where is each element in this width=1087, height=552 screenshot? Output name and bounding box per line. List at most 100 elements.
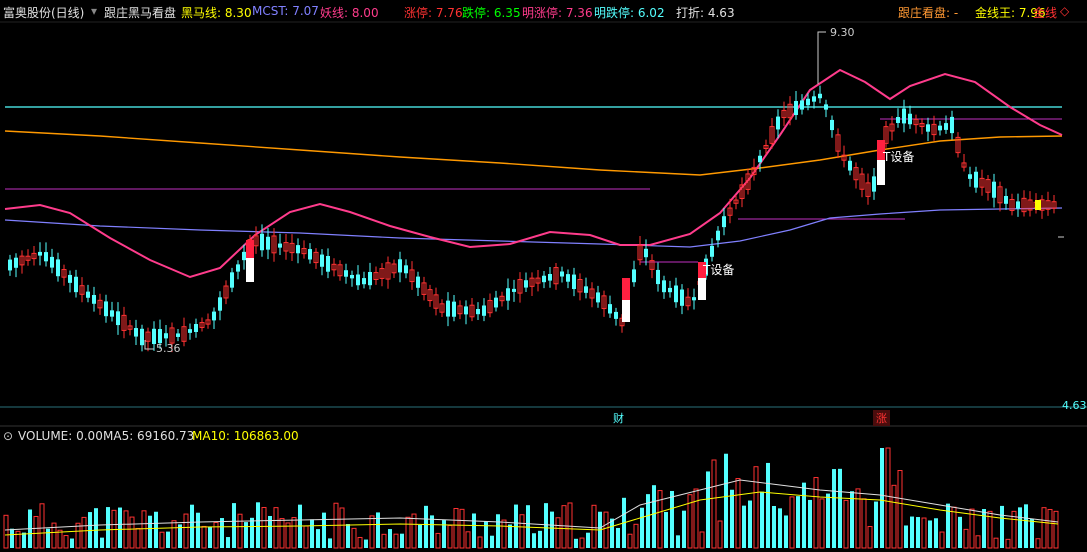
volume-bar: [57, 529, 63, 549]
candle-body: [194, 324, 198, 332]
candle-body: [278, 243, 282, 248]
volume-bar: [610, 518, 614, 548]
candle-body: [476, 309, 480, 315]
volume-bar: [388, 529, 392, 548]
candle-body: [110, 310, 114, 317]
volume-bar: [447, 525, 453, 549]
candle-body: [50, 256, 54, 268]
candle-body: [656, 269, 660, 285]
volume-bar: [106, 507, 110, 548]
volume-bar: [190, 504, 194, 548]
kline-chart[interactable]: [0, 0, 1087, 552]
volume-bar: [1053, 510, 1059, 549]
candle-body: [362, 278, 366, 285]
candle-body: [164, 333, 168, 339]
candle-body: [134, 328, 138, 337]
candle-body: [494, 297, 498, 308]
volume-bar: [496, 514, 500, 548]
volume-bar: [538, 530, 542, 548]
volume-bar: [993, 537, 999, 549]
volume-bar: [670, 490, 674, 548]
volume-bar: [1018, 507, 1022, 548]
candle-body: [680, 289, 684, 306]
volume-bar: [405, 516, 411, 549]
candle-body: [398, 259, 402, 273]
signal-bar: [246, 258, 254, 282]
volume-bar: [975, 535, 981, 549]
candle-body: [716, 230, 720, 241]
candle-body: [632, 269, 636, 283]
volume-bar: [256, 502, 260, 548]
device-label-2: T设备: [883, 150, 915, 164]
volume-bar: [934, 518, 938, 548]
candle-body: [758, 155, 762, 163]
zhang-marker[interactable]: 涨: [873, 410, 890, 426]
candle-body: [800, 100, 804, 110]
candle-body: [296, 245, 300, 254]
candle-body: [524, 280, 528, 288]
volume-bar: [946, 503, 950, 548]
candle-body: [188, 329, 192, 333]
candle-body: [812, 96, 816, 102]
volume-bar: [357, 536, 363, 549]
candle-body: [368, 272, 372, 286]
axis-right-value: 4.63: [1062, 399, 1087, 412]
candle-body: [176, 333, 180, 337]
candle-body: [506, 288, 510, 301]
candle-body: [14, 257, 18, 268]
volume-bar: [459, 508, 465, 549]
volume-bar: [39, 503, 45, 549]
volume-bar: [100, 537, 104, 548]
candle-body: [86, 291, 90, 298]
volume-bar: [826, 493, 830, 548]
ma10-value: MA10: 106863.00: [192, 429, 299, 443]
volume-bar: [861, 498, 867, 549]
candle-body: [794, 100, 798, 116]
volume-bar: [291, 517, 297, 549]
volume-bar: [381, 533, 387, 549]
volume-bar: [166, 531, 170, 548]
volume-bar: [328, 538, 332, 548]
volume-bar: [244, 522, 248, 548]
candle-body: [68, 274, 72, 283]
candle-body: [416, 276, 420, 288]
volume-bar: [699, 531, 705, 549]
volume-bar: [874, 501, 878, 548]
volume-bar: [279, 518, 285, 549]
candle-body: [8, 259, 12, 271]
volume-bar: [555, 517, 561, 549]
cai-marker[interactable]: 财: [613, 410, 624, 426]
volume-bar: [183, 513, 189, 549]
volume-bar: [603, 511, 609, 549]
volume-bar: [400, 533, 404, 548]
volume-bar: [237, 513, 243, 549]
volume-bar: [843, 499, 849, 549]
volume-bar: [561, 505, 567, 549]
volume-bar: [424, 505, 428, 548]
candle-body: [926, 124, 930, 132]
volume-bar: [910, 516, 914, 548]
volume-bar: [1024, 504, 1028, 548]
candle-body: [596, 292, 600, 303]
candle-body: [806, 98, 810, 106]
candle-body: [512, 288, 516, 292]
volume-bar: [766, 462, 770, 548]
volume-bar: [411, 513, 417, 549]
volume-bar: [567, 502, 573, 549]
candle-body: [824, 104, 828, 110]
candle-body: [674, 285, 678, 303]
yao-line: [4, 68, 1063, 279]
volume-bar: [1030, 518, 1034, 548]
volume-bar: [951, 506, 957, 549]
volume-bar: [472, 513, 476, 548]
device-label-1: T设备: [703, 263, 735, 277]
volume-bar: [717, 520, 723, 549]
volume-bar: [250, 517, 254, 548]
volume-panel-icon[interactable]: ⊙: [3, 429, 13, 443]
candle-body: [848, 160, 852, 171]
volume-bar: [508, 524, 512, 548]
volume-bar: [490, 535, 494, 548]
candle-body: [464, 306, 468, 315]
volume-bar: [232, 503, 236, 548]
volume-bar: [838, 468, 842, 548]
